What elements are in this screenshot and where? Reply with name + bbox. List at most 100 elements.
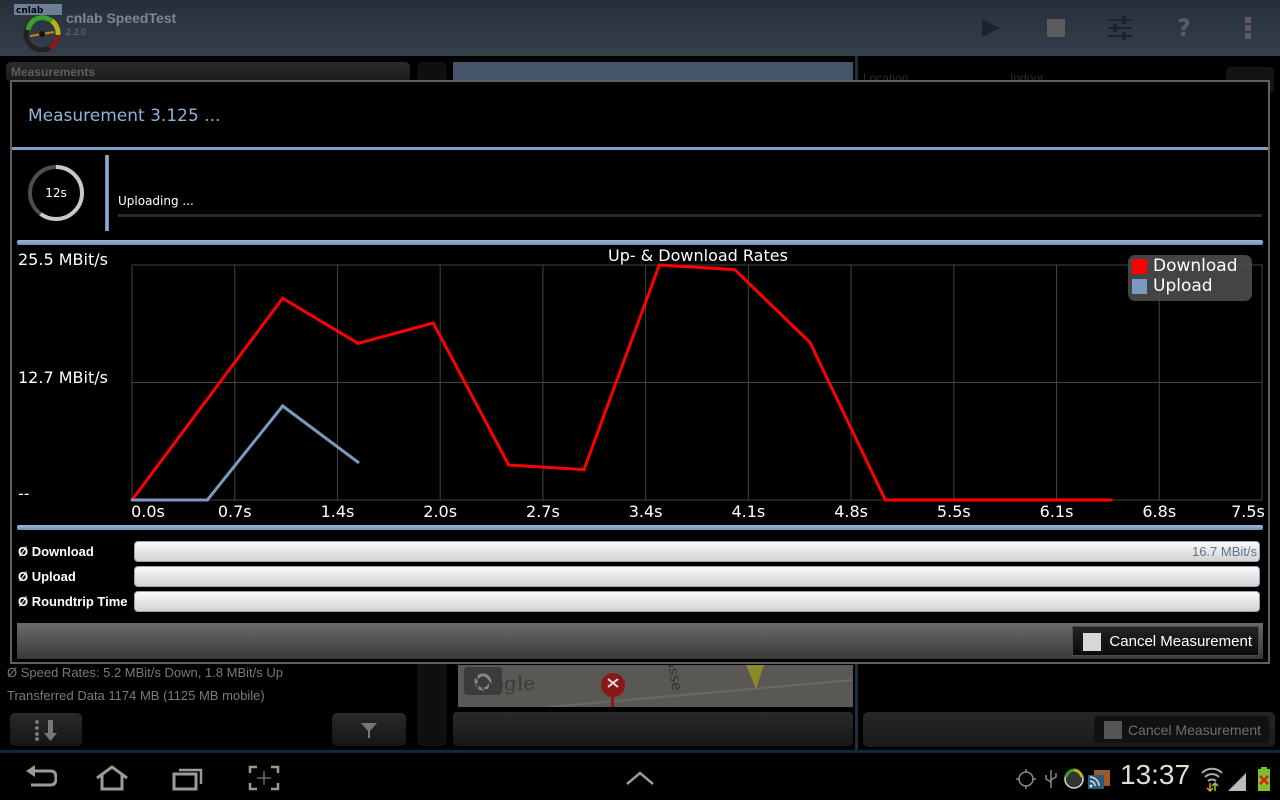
svg-text:cnlab: cnlab	[16, 6, 44, 16]
settings-button[interactable]	[1102, 10, 1138, 46]
data-point-upload	[205, 498, 209, 502]
data-point-download	[808, 340, 812, 344]
screenshot-button[interactable]	[244, 763, 284, 793]
x-tick-label: 4.8s	[834, 502, 868, 521]
avg-download-value: 16.7 MBit/s	[1191, 544, 1257, 559]
help-button[interactable]: ?	[1166, 10, 1202, 46]
screen: cnlab cnlab SpeedTest 2.2.0 ? Measuremen…	[0, 0, 1280, 800]
sort-button[interactable]	[10, 713, 82, 746]
overflow-menu-icon	[1245, 17, 1251, 39]
back-icon	[26, 765, 57, 787]
x-tick-label: 0.0s	[131, 502, 165, 521]
data-point-download	[507, 463, 511, 467]
y-tick-label: 25.5 MBit/s	[18, 250, 108, 269]
data-point-download	[883, 498, 887, 502]
legend-swatch	[1132, 278, 1147, 294]
dialog-footer: Cancel Measurement	[17, 623, 1263, 659]
expand-notifications-button[interactable]	[620, 763, 660, 793]
x-tick-label: 6.1s	[1039, 502, 1074, 521]
legend-swatch	[1132, 258, 1147, 274]
y-tick-label: 12.7 MBit/s	[18, 368, 108, 387]
data-point-upload	[356, 460, 360, 464]
x-tick-label: 5.5s	[936, 502, 971, 521]
avg-upload-label: Ø Upload	[18, 569, 76, 584]
status-accent-bar	[105, 155, 109, 231]
recent-apps-button[interactable]	[168, 763, 208, 793]
x-tick-label: 0.7s	[217, 502, 252, 521]
filter-button[interactable]	[332, 713, 406, 746]
chevron-up-icon	[626, 771, 654, 785]
app-version: 2.2.0	[66, 27, 87, 37]
map-view[interactable]: Google asse	[458, 665, 853, 707]
data-point-download	[431, 321, 435, 325]
app-title: cnlab SpeedTest	[66, 10, 177, 26]
x-tick-label: 2.0s	[423, 502, 458, 521]
background-cancel-label: Cancel Measurement	[1127, 721, 1261, 738]
stop-icon	[1047, 19, 1065, 37]
data-point-download	[582, 468, 586, 472]
overflow-menu-button[interactable]	[1230, 10, 1266, 46]
x-tick-label: 3.4s	[628, 502, 663, 521]
right-toolbar: Cancel Measurement	[863, 712, 1275, 747]
legend-item-download: Download	[1132, 256, 1238, 276]
play-button[interactable]	[972, 10, 1008, 46]
recent-apps-icon	[172, 768, 203, 791]
timer-value: 12s	[45, 186, 67, 200]
measurement-dialog: Measurement 3.125 ... 12s Uploading ... …	[10, 80, 1270, 664]
avg-upload-bar	[134, 566, 1260, 587]
play-icon	[982, 19, 1000, 37]
measurements-header: Measurements	[6, 62, 410, 82]
legend-item-upload: Upload	[1132, 276, 1213, 296]
back-button[interactable]	[20, 763, 60, 793]
rss-icon	[1088, 770, 1110, 789]
legend-label: Upload	[1153, 276, 1213, 296]
clock: 13:37	[1120, 759, 1191, 790]
home-button[interactable]	[92, 763, 132, 793]
chart-bottom-divider	[17, 525, 1263, 530]
stop-button[interactable]	[1038, 10, 1074, 46]
x-tick-label: 1.4s	[320, 502, 355, 521]
status-indicators	[1201, 767, 1270, 793]
background-cancel-button[interactable]: Cancel Measurement	[1093, 716, 1269, 743]
signal-icon	[1228, 773, 1246, 791]
battery-icon	[1258, 767, 1270, 791]
app-logo-icon: cnlab	[14, 4, 62, 52]
avg-download-label: Ø Download	[18, 544, 94, 559]
avg-roundtrip-label: Ø Roundtrip Time	[18, 594, 128, 609]
y-tick-label: --	[18, 484, 30, 503]
data-point-upload	[281, 404, 285, 408]
map-header	[453, 62, 853, 82]
speed-rates-summary: Ø Speed Rates: 5.2 MBit/s Down, 1.8 MBit…	[7, 665, 284, 680]
help-icon: ?	[1177, 14, 1191, 42]
system-bar: 13:37	[0, 750, 1280, 800]
gps-icon	[1016, 769, 1036, 789]
status-progress-track	[118, 214, 1262, 217]
screenshot-icon	[248, 765, 280, 791]
map-toolbar	[453, 712, 853, 746]
cancel-measurement-label: Cancel Measurement	[1109, 632, 1252, 650]
chart-legend: Download Upload	[1128, 255, 1252, 301]
sort-list-icon	[35, 719, 57, 741]
data-point-download	[733, 268, 737, 272]
avg-download-bar: 16.7 MBit/s	[134, 541, 1260, 562]
status-text: Uploading ...	[118, 194, 194, 208]
checkbox-icon	[1103, 721, 1122, 739]
chart-title: Up- & Download Rates	[608, 246, 788, 265]
x-tick-label: 2.7s	[526, 502, 560, 521]
wifi-icon	[1201, 767, 1223, 793]
home-icon	[96, 765, 128, 791]
x-tick-label: 6.8s	[1142, 502, 1177, 521]
usb-icon	[1045, 770, 1057, 788]
legend-label: Download	[1153, 256, 1238, 276]
rates-chart	[130, 263, 1263, 502]
data-point-download	[281, 296, 285, 300]
avg-roundtrip-bar	[134, 591, 1260, 612]
action-bar: cnlab cnlab SpeedTest 2.2.0 ?	[0, 0, 1280, 56]
title-divider	[12, 147, 1268, 150]
cancel-measurement-button[interactable]: Cancel Measurement	[1072, 626, 1259, 656]
map-attribution: Google	[464, 671, 536, 695]
x-tick-label: 7.5s	[1231, 502, 1265, 521]
data-point-download	[1109, 498, 1113, 502]
data-point-download	[356, 341, 360, 345]
transferred-data-summary: Transferred Data 1174 MB (1125 MB mobile…	[7, 688, 265, 703]
